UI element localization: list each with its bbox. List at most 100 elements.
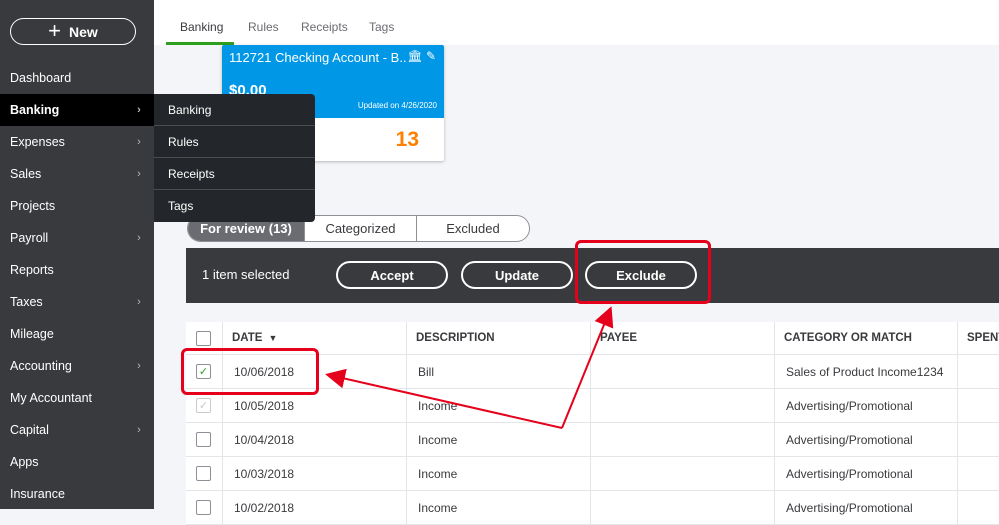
row-category[interactable]: Advertising/Promotional — [778, 389, 913, 422]
row-category[interactable]: Advertising/Promotional — [778, 491, 913, 524]
chevron-right-icon: › — [137, 360, 141, 372]
left-sidebar: + New Dashboard Banking › Expenses › Sales… — [0, 0, 154, 509]
batch-action-bar: 1 item selected Accept Update Exclude — [186, 248, 999, 303]
sidebar-nav: Dashboard Banking › Expenses › Sales › Proj… — [0, 62, 154, 510]
pending-count: 13 — [395, 128, 419, 151]
payee-column-header[interactable]: PAYEE — [592, 322, 637, 354]
table-row[interactable]: ✓ 10/06/2018 Bill Sales of Product Incom… — [186, 355, 999, 389]
tab-tags[interactable]: Tags — [369, 20, 394, 34]
row-date: 10/02/2018 — [234, 500, 295, 515]
row-checkbox[interactable]: ✓ — [196, 398, 211, 413]
row-payee[interactable] — [594, 389, 602, 422]
row-description: Income — [418, 500, 458, 515]
chevron-right-icon: › — [137, 168, 141, 180]
flyout-item-receipts[interactable]: Receipts — [154, 158, 315, 190]
row-category[interactable]: Advertising/Promotional — [778, 423, 913, 456]
row-description: Income — [418, 398, 458, 413]
row-payee[interactable] — [594, 355, 602, 388]
new-button-label: New — [69, 23, 98, 40]
plus-icon: + — [48, 17, 62, 43]
sidebar-item-label: Dashboard — [10, 71, 72, 85]
sidebar-item-label: Accounting — [10, 359, 72, 373]
flyout-item-tags[interactable]: Tags — [154, 190, 315, 222]
chevron-right-icon: › — [137, 232, 141, 244]
sidebar-item-label: Capital — [10, 423, 49, 437]
pencil-icon[interactable]: ✎ — [426, 49, 436, 63]
table-row[interactable]: ✓ 10/05/2018 Income Advertising/Promotio… — [186, 389, 999, 423]
update-button[interactable]: Update — [461, 261, 573, 289]
account-name: 112721 Checking Account - B.. — [229, 50, 407, 65]
table-header-row: DATE ▼ DESCRIPTION PAYEE CATEGORY OR MAT… — [186, 322, 999, 355]
sidebar-item-insurance[interactable]: Insurance — [0, 478, 154, 510]
row-date: 10/05/2018 — [234, 398, 295, 413]
new-button[interactable]: + New — [10, 18, 136, 45]
sidebar-item-apps[interactable]: Apps — [0, 446, 154, 478]
sidebar-item-projects[interactable]: Projects — [0, 190, 154, 222]
description-column-header[interactable]: DESCRIPTION — [408, 322, 495, 354]
row-date: 10/03/2018 — [234, 466, 295, 481]
row-description: Income — [418, 432, 458, 447]
sidebar-item-label: Taxes — [10, 295, 43, 309]
sidebar-item-label: Mileage — [10, 327, 54, 341]
sidebar-item-taxes[interactable]: Taxes › — [0, 286, 154, 318]
sidebar-item-payroll[interactable]: Payroll › — [0, 222, 154, 254]
chevron-right-icon: › — [137, 424, 141, 436]
sidebar-item-banking[interactable]: Banking › — [0, 94, 154, 126]
sidebar-item-accounting[interactable]: Accounting › — [0, 350, 154, 382]
sidebar-item-label: Insurance — [10, 487, 65, 501]
sidebar-item-capital[interactable]: Capital › — [0, 414, 154, 446]
row-date: 10/06/2018 — [234, 364, 295, 379]
date-column-header[interactable]: DATE ▼ — [224, 322, 277, 354]
row-checkbox[interactable] — [196, 466, 211, 481]
tab-rules[interactable]: Rules — [248, 20, 279, 34]
tab-banking[interactable]: Banking — [180, 20, 223, 34]
tab-receipts[interactable]: Receipts — [301, 20, 348, 34]
sidebar-item-label: Sales — [10, 167, 42, 181]
row-checkbox[interactable] — [196, 432, 211, 447]
flyout-item-rules[interactable]: Rules — [154, 126, 315, 158]
exclude-button[interactable]: Exclude — [585, 261, 697, 289]
chevron-right-icon: › — [137, 104, 141, 116]
select-all-checkbox[interactable] — [196, 331, 211, 346]
sidebar-item-sales[interactable]: Sales › — [0, 158, 154, 190]
sidebar-item-label: Apps — [10, 455, 39, 469]
sidebar-item-my-accountant[interactable]: My Accountant — [0, 382, 154, 414]
row-description: Bill — [418, 364, 435, 379]
selection-count: 1 item selected — [202, 267, 290, 282]
chevron-right-icon: › — [137, 136, 141, 148]
sidebar-item-dashboard[interactable]: Dashboard — [0, 62, 154, 94]
row-category[interactable]: Sales of Product Income1234 — [778, 355, 943, 388]
spent-column-header[interactable]: SPENT — [959, 322, 999, 354]
table-row[interactable]: 10/04/2018 Income Advertising/Promotiona… — [186, 423, 999, 457]
sidebar-item-label: Reports — [10, 263, 54, 277]
top-tab-bar: Banking Rules Receipts Tags — [154, 0, 999, 45]
category-column-header[interactable]: CATEGORY OR MATCH — [776, 322, 912, 354]
row-category[interactable]: Advertising/Promotional — [778, 457, 913, 490]
table-row[interactable]: 10/03/2018 Income Advertising/Promotiona… — [186, 457, 999, 491]
sidebar-item-reports[interactable]: Reports — [0, 254, 154, 286]
sidebar-item-expenses[interactable]: Expenses › — [0, 126, 154, 158]
bank-icon[interactable]: 🏛 — [407, 49, 422, 63]
sidebar-item-label: My Accountant — [10, 391, 92, 405]
banking-flyout-menu: Banking Rules Receipts Tags — [154, 94, 315, 222]
transactions-table: DATE ▼ DESCRIPTION PAYEE CATEGORY OR MAT… — [186, 322, 999, 525]
row-description: Income — [418, 466, 458, 481]
sidebar-item-label: Banking — [10, 103, 60, 117]
tab-categorized[interactable]: Categorized — [305, 216, 417, 241]
sidebar-item-label: Expenses — [10, 135, 65, 149]
row-checkbox[interactable]: ✓ — [196, 364, 211, 379]
date-header-label: DATE — [232, 332, 263, 344]
sidebar-item-label: Payroll — [10, 231, 49, 245]
table-row[interactable]: 10/02/2018 Income Advertising/Promotiona… — [186, 491, 999, 525]
row-payee[interactable] — [594, 423, 602, 456]
row-payee[interactable] — [594, 491, 602, 524]
sidebar-item-mileage[interactable]: Mileage — [0, 318, 154, 350]
accept-button[interactable]: Accept — [336, 261, 448, 289]
chevron-right-icon: › — [137, 296, 141, 308]
sort-descending-icon: ▼ — [268, 333, 278, 343]
row-checkbox[interactable] — [196, 500, 211, 515]
row-payee[interactable] — [594, 457, 602, 490]
tab-excluded[interactable]: Excluded — [417, 216, 529, 241]
account-updated-date: Updated on 4/26/2020 — [357, 101, 437, 110]
flyout-item-banking[interactable]: Banking — [154, 94, 315, 126]
